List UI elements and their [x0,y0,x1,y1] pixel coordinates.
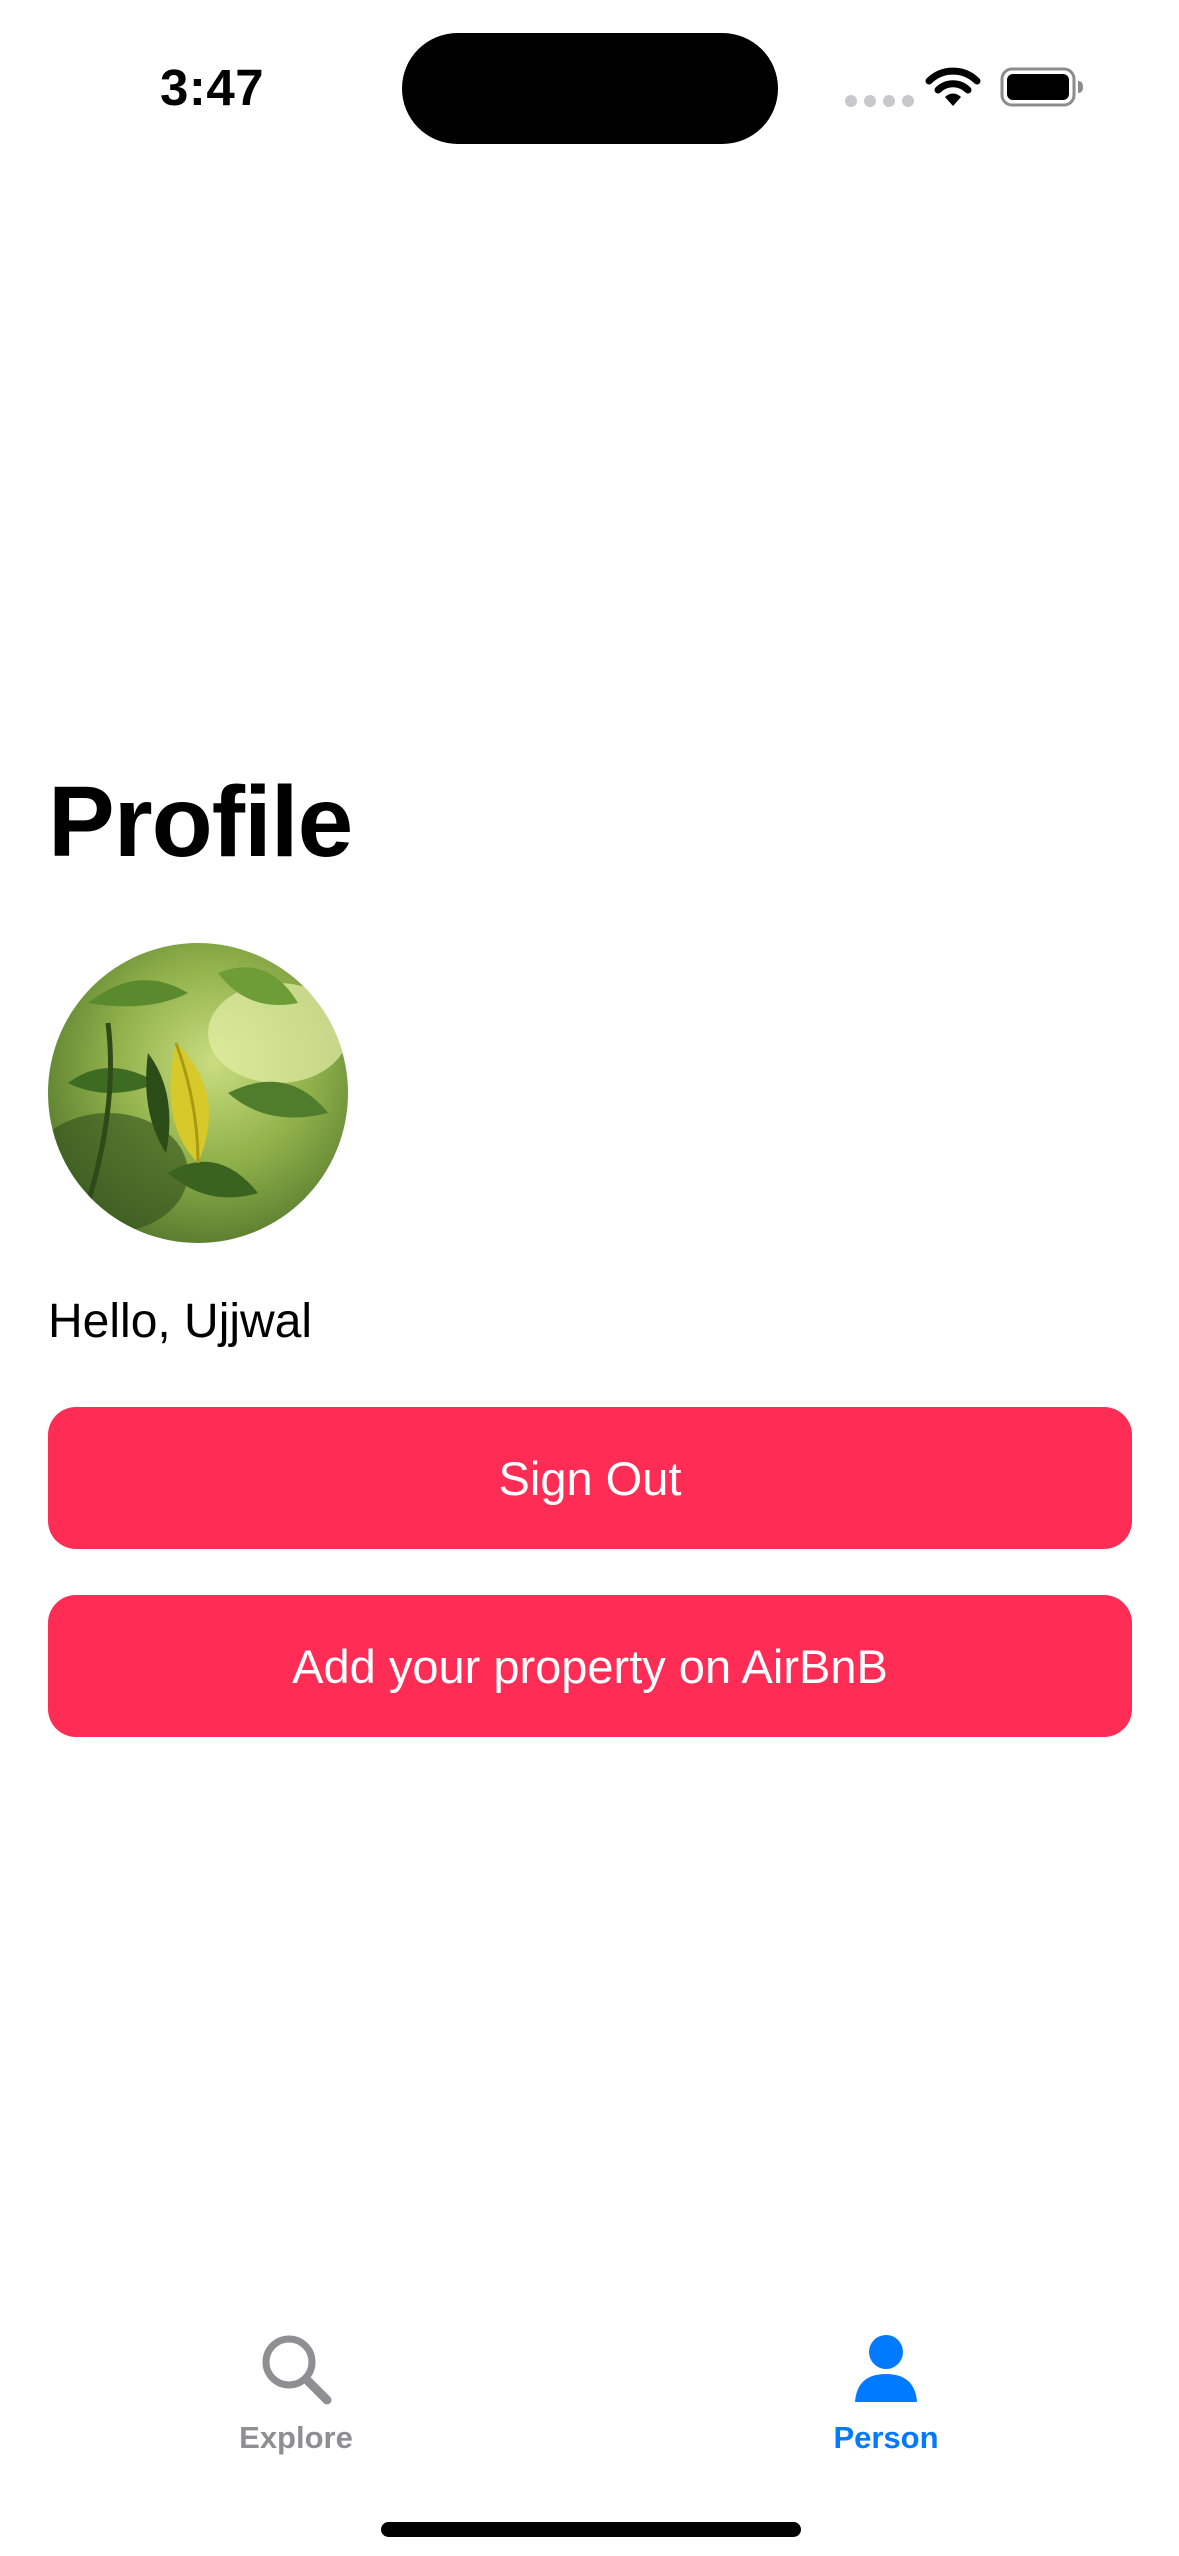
avatar [48,943,348,1243]
battery-icon [1000,67,1083,107]
tab-person[interactable]: Person [766,2330,1006,2456]
page-title: Profile [48,766,353,878]
tab-explore[interactable]: Explore [176,2330,416,2456]
cellular-signal-icon [845,95,914,107]
tab-person-label: Person [833,2420,939,2455]
dynamic-island [402,33,778,144]
home-indicator[interactable] [381,2522,801,2537]
search-icon [262,2335,332,2405]
leaf-photo-icon [48,943,348,1243]
status-time: 3:47 [160,59,265,116]
person-icon [855,2335,917,2402]
tab-explore-label: Explore [239,2420,353,2455]
greeting-text: Hello, Ujjwal [48,1295,313,1348]
wifi-icon [925,67,981,106]
add-property-button[interactable]: Add your property on AirBnB [48,1595,1132,1737]
sign-out-button[interactable]: Sign Out [48,1407,1132,1549]
